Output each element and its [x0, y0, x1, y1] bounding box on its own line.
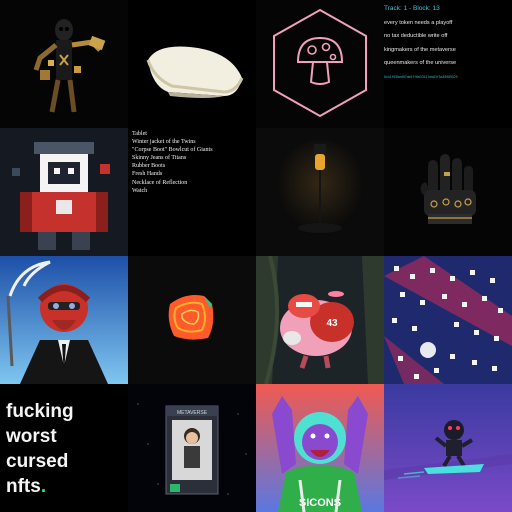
loot-item: Necklace of Reflection [132, 179, 188, 186]
nft-tile-cursed-text[interactable]: fucking worst cursed nfts. [0, 384, 128, 512]
nft-tile-pig-football[interactable]: 43 [256, 256, 384, 384]
loot-item: "Corpse Boot" Bowlcut of Giants [132, 147, 213, 154]
nft-tile-voxel-robot[interactable] [0, 128, 128, 256]
loot-item: Skinny Jeans of Titans [132, 155, 187, 162]
nft-tile-lamp[interactable] [256, 128, 384, 256]
nft-tile-pattern-burst[interactable] [384, 256, 512, 384]
cursed-line: worst [6, 426, 57, 447]
nft-tile-lion-sicons[interactable]: SICONS [256, 384, 384, 512]
white-sculpture-image [128, 0, 256, 128]
track-line: kingmakers of the metaverse [384, 46, 456, 53]
cursed-dot: . [40, 476, 47, 497]
nft-tile-red-demon-suit[interactable] [0, 256, 128, 384]
boxed-doll-image: METAVERSE [128, 384, 256, 512]
nft-tile-ornate-glove[interactable] [384, 128, 512, 256]
voxel-robot-image [0, 128, 128, 256]
nft-tile-track-block[interactable]: Track: 1 - Block: 13 every token needs a… [384, 0, 512, 128]
nft-gallery-grid: Track: 1 - Block: 13 every token needs a… [0, 0, 512, 512]
lion-sicons-image: SICONS [256, 384, 384, 512]
lamp-image [256, 128, 384, 256]
cursed-line: fucking [6, 401, 74, 422]
cursed-word: nfts [6, 476, 41, 497]
ornate-glove-image [384, 128, 512, 256]
nft-tile-boxed-doll[interactable]: METAVERSE [128, 384, 256, 512]
track-line: queenmakers of the universe [384, 60, 457, 67]
cursed-line: cursed [6, 451, 69, 472]
nft-tile-white-sculpture[interactable] [128, 0, 256, 128]
nft-tile-skeleton-figure[interactable] [0, 0, 128, 128]
track-hash: 0x41f03bed97de5ff6a33417eb03f5a38989529 [384, 74, 458, 79]
loot-item: Tablet [132, 131, 147, 137]
pig-football-image: 43 [256, 256, 384, 384]
orange-swirl-image [128, 256, 256, 384]
lion-shirt-text: SICONS [299, 497, 341, 509]
nft-tile-loot-list[interactable]: Tablet Winter jacket of the Twins "Corps… [128, 128, 256, 256]
cursed-line-last: nfts. [6, 474, 128, 499]
loot-item: Fresh Hands [132, 171, 163, 178]
red-demon-suit-image [0, 256, 128, 384]
track-line: every token needs a playoff [384, 19, 453, 26]
nft-tile-hover-rider[interactable] [384, 384, 512, 512]
loot-item: Watch [132, 187, 148, 194]
loot-item: Rubber Boots [132, 163, 166, 170]
mushroom-hexagon-art [256, 0, 384, 128]
pattern-burst-image [384, 256, 512, 384]
nft-tile-mushroom-hexagon[interactable] [256, 0, 384, 128]
doll-box-label: METAVERSE [177, 410, 208, 416]
hover-rider-image [384, 384, 512, 512]
track-line: no tax deductible write off [384, 33, 448, 40]
skeleton-figure-image [0, 0, 128, 128]
nft-tile-orange-swirl[interactable] [128, 256, 256, 384]
jersey-number: 43 [326, 318, 338, 329]
loot-item: Winter jacket of the Twins [132, 139, 196, 146]
track-header: Track: 1 - Block: 13 [384, 5, 440, 12]
